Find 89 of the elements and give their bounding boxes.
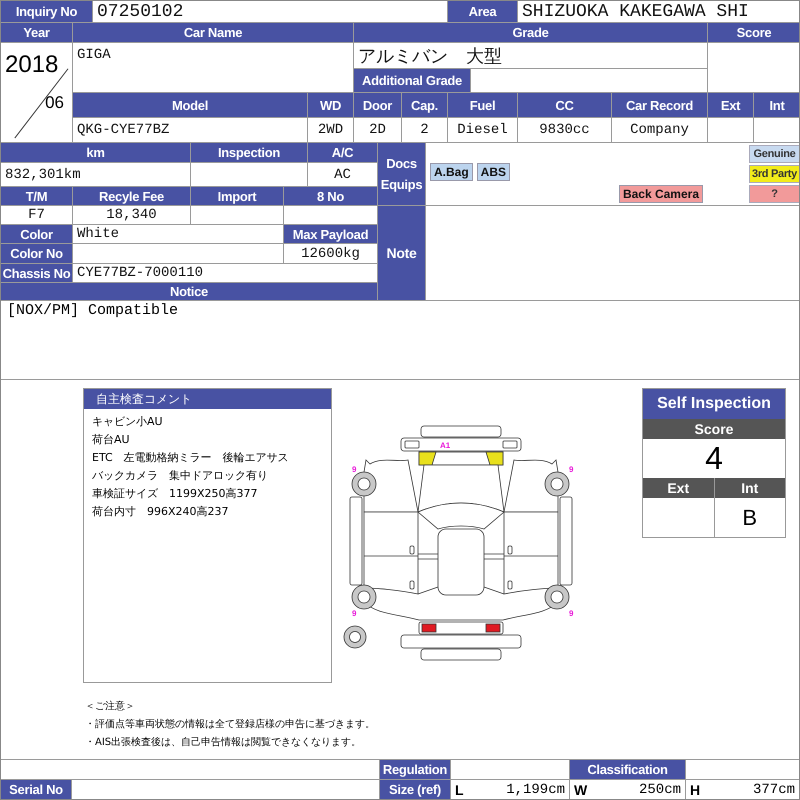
field-label: Int (754, 93, 799, 117)
field-label: Color (1, 225, 72, 243)
ext-label: Ext (643, 478, 714, 498)
field-label: Serial No (1, 780, 71, 799)
field-label: Area (448, 1, 517, 22)
legend-tag: ? (749, 185, 799, 203)
field-label: Score (708, 23, 799, 42)
field-label: Inspection (191, 143, 307, 162)
field-label: Classification (570, 760, 685, 779)
field-value: SHIZUOKA KAKEGAWA SHI (518, 1, 799, 22)
field-label: Additional Grade (354, 69, 470, 92)
field-label: Year (1, 23, 72, 42)
field-value: 2WD (308, 118, 353, 142)
year-value: 2018 (5, 51, 58, 79)
field-value: CYE77BZ-7000110 (73, 264, 377, 282)
field-value: F7 (1, 206, 72, 224)
field-value: Diesel (448, 118, 517, 142)
size-value: 377cm (752, 782, 795, 798)
score-value: 4 (704, 439, 724, 478)
self-inspection-title: Self Inspection (643, 389, 785, 420)
field-value: White (73, 225, 283, 243)
field-value: GIGA (73, 43, 353, 92)
field-value: 832,301km (1, 163, 190, 186)
comment-line: 車検証サイズ 1199X250高377 (92, 486, 259, 502)
field-value: 07250102 (93, 1, 447, 22)
field-label: A/C (308, 143, 377, 162)
field-value: QKG-CYE77BZ (73, 118, 307, 142)
notes-line: ・評価点等車両状態の情報は全て登録店様の申告に基づきます。 (85, 718, 376, 732)
size-label: W (574, 782, 588, 798)
field-label: Import (191, 187, 283, 205)
int-value: B (714, 498, 785, 538)
field-value: AC (308, 163, 377, 186)
field-value: アルミバン 大型 (354, 43, 707, 68)
notice-text: [NOX/PM] Compatible (7, 302, 178, 319)
int-label: Int (714, 478, 785, 498)
field-label: Chassis No (1, 264, 72, 282)
damage-mark: 9 (569, 609, 574, 618)
field-label: Max Payload (284, 225, 377, 243)
equipment-tag: ABS (476, 163, 510, 181)
field-label: Docs (386, 156, 417, 171)
comment-title: 自主検査コメント (84, 389, 331, 410)
field-label: Door (354, 93, 401, 117)
field-label: Regulation (380, 760, 450, 779)
notes-heading: ＜ご注意＞ (85, 700, 136, 714)
field-label: Cap. (402, 93, 447, 117)
field-value: 18,340 (73, 206, 190, 224)
field-label: Car Name (73, 23, 353, 42)
damage-mark: A1 (440, 441, 450, 450)
field-label: CC (518, 93, 611, 117)
field-label: Recyle Fee (73, 187, 190, 205)
field-label: 8 No (284, 187, 377, 205)
field-label: Model (73, 93, 307, 117)
damage-mark: 9 (569, 465, 574, 474)
month-value: 06 (45, 93, 64, 113)
field-label: Car Record (612, 93, 707, 117)
size-value: 250cm (638, 782, 681, 798)
field-label: T/M (1, 187, 72, 205)
comment-line: キャビン小AU (92, 414, 164, 430)
size-value: 1,199cm (506, 782, 565, 798)
equipment-tag: Back Camera (618, 185, 703, 203)
field-label: Color No (1, 244, 72, 263)
comment-line: 荷台内寸 996X240高237 (92, 504, 230, 520)
field-label: Size (ref) (380, 780, 450, 799)
field-value: Company (612, 118, 707, 142)
field-label: Notice (1, 283, 377, 300)
comment-line: 荷台AU (92, 432, 131, 448)
comment-line: バックカメラ 集中ドアロック有り (92, 468, 269, 484)
damage-mark: 9 (352, 609, 356, 618)
equipment-tag: A.Bag (430, 163, 473, 181)
field-label: Grade (354, 23, 707, 42)
legend-tag: Genuine (749, 145, 799, 163)
field-label: km (1, 143, 190, 162)
field-value: 12600kg (284, 244, 377, 263)
comment-line: ETC 左電動格納ミラー 後輪エアサス (92, 450, 290, 466)
field-label: WD (308, 93, 353, 117)
field-label: Fuel (448, 93, 517, 117)
field-label: Note (378, 206, 425, 300)
field-label: Inquiry No (1, 1, 92, 22)
field-label: Equips (380, 177, 422, 192)
score-label: Score (643, 419, 785, 440)
size-label: L (455, 782, 464, 798)
field-label: Ext (708, 93, 753, 117)
size-label: H (690, 782, 700, 798)
field-value: 2 (402, 118, 447, 142)
notes-line: ・AIS出張検査後は、自己申告情報は閲覧できなくなります。 (85, 736, 362, 750)
damage-mark: 9 (352, 465, 356, 474)
field-value: 9830cc (518, 118, 611, 142)
field-value: 2D (354, 118, 401, 142)
legend-tag: 3rd Party (749, 165, 799, 183)
